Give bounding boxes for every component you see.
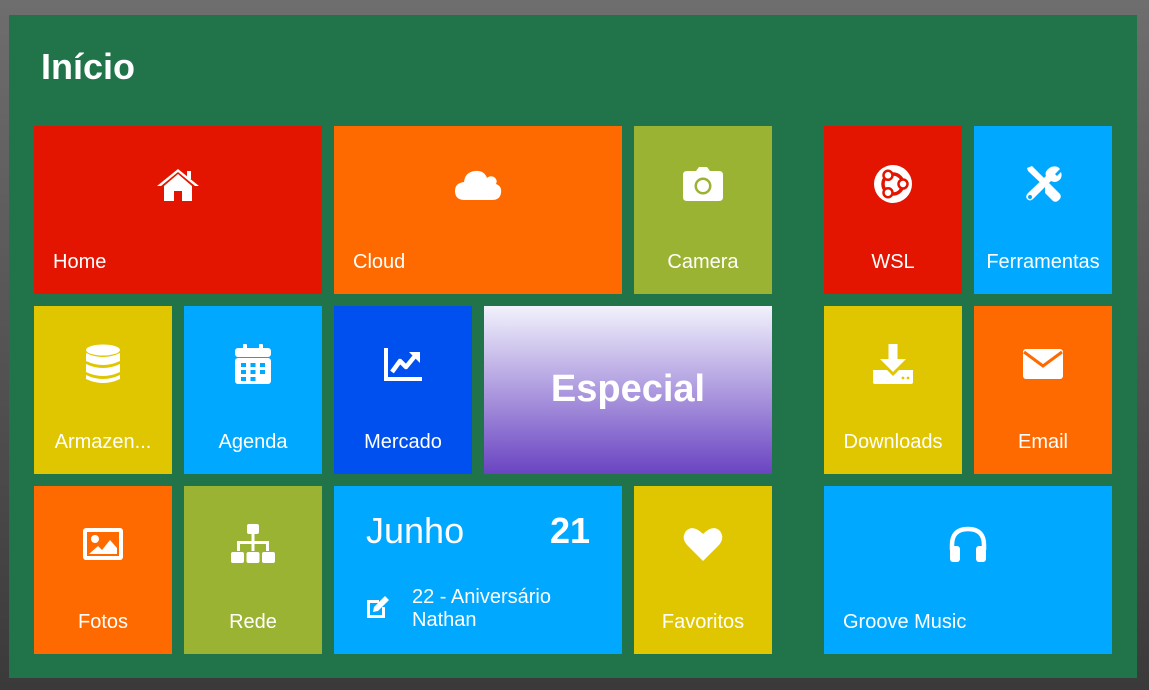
download-icon (824, 344, 962, 384)
tile-favoritos-label: Favoritos (661, 611, 745, 633)
tile-agenda[interactable]: Agenda (184, 306, 322, 474)
tile-calendario[interactable]: Junho 21 22 - Aniversário Nathan (334, 486, 622, 654)
tile-fotos[interactable]: Fotos (34, 486, 172, 654)
tile-especial[interactable]: Especial (484, 306, 772, 474)
tile-home-label: Home (53, 251, 107, 273)
start-panel: Início Home Cloud Camera WSL Ferramentas… (9, 15, 1137, 678)
tile-mercado-label: Mercado (364, 431, 442, 453)
headphones-icon (824, 524, 1112, 564)
tile-groove-label: Groove Music (843, 611, 967, 633)
tile-rede-label: Rede (229, 611, 277, 633)
tile-camera[interactable]: Camera (634, 126, 772, 294)
tile-rede[interactable]: Rede (184, 486, 322, 654)
heart-icon (634, 524, 772, 564)
tile-agenda-label: Agenda (218, 431, 288, 453)
network-icon (184, 524, 322, 564)
tile-wsl[interactable]: WSL (824, 126, 962, 294)
calendar-event: 22 - Aniversário Nathan (412, 586, 592, 632)
tile-cloud-label: Cloud (353, 251, 406, 273)
tile-armazenamento-label: Armazen... (54, 431, 152, 453)
edit-icon (365, 594, 391, 620)
calendar-event-person: Nathan (412, 609, 477, 631)
tile-ferramentas-label: Ferramentas (986, 251, 1100, 273)
camera-icon (634, 164, 772, 204)
calendar-icon (184, 344, 322, 384)
image-icon (34, 524, 172, 564)
tile-fotos-label: Fotos (77, 611, 129, 633)
tile-email[interactable]: Email (974, 306, 1112, 474)
chart-line-icon (334, 344, 472, 384)
tile-groove[interactable]: Groove Music (824, 486, 1112, 654)
tile-email-label: Email (1017, 431, 1068, 453)
tile-home[interactable]: Home (34, 126, 322, 294)
home-icon (34, 164, 322, 204)
tile-favoritos[interactable]: Favoritos (634, 486, 772, 654)
tile-especial-label: Especial (550, 368, 706, 410)
tile-downloads[interactable]: Downloads (824, 306, 962, 474)
calendar-day: 21 (549, 510, 590, 551)
tile-camera-label: Camera (667, 251, 739, 273)
ubuntu-icon (824, 164, 962, 204)
tile-mercado[interactable]: Mercado (334, 306, 472, 474)
calendar-month: Junho (366, 510, 465, 551)
tools-icon (974, 164, 1112, 204)
envelope-icon (974, 344, 1112, 384)
calendar-event-title: 22 - Aniversário (412, 586, 551, 608)
page-title: Início (41, 46, 136, 87)
database-icon (34, 344, 172, 384)
tile-armazenamento[interactable]: Armazen... (34, 306, 172, 474)
cloud-icon (334, 164, 622, 204)
tile-cloud[interactable]: Cloud (334, 126, 622, 294)
tile-ferramentas[interactable]: Ferramentas (974, 126, 1112, 294)
tile-wsl-label: WSL (871, 251, 915, 273)
tile-downloads-label: Downloads (843, 431, 943, 453)
